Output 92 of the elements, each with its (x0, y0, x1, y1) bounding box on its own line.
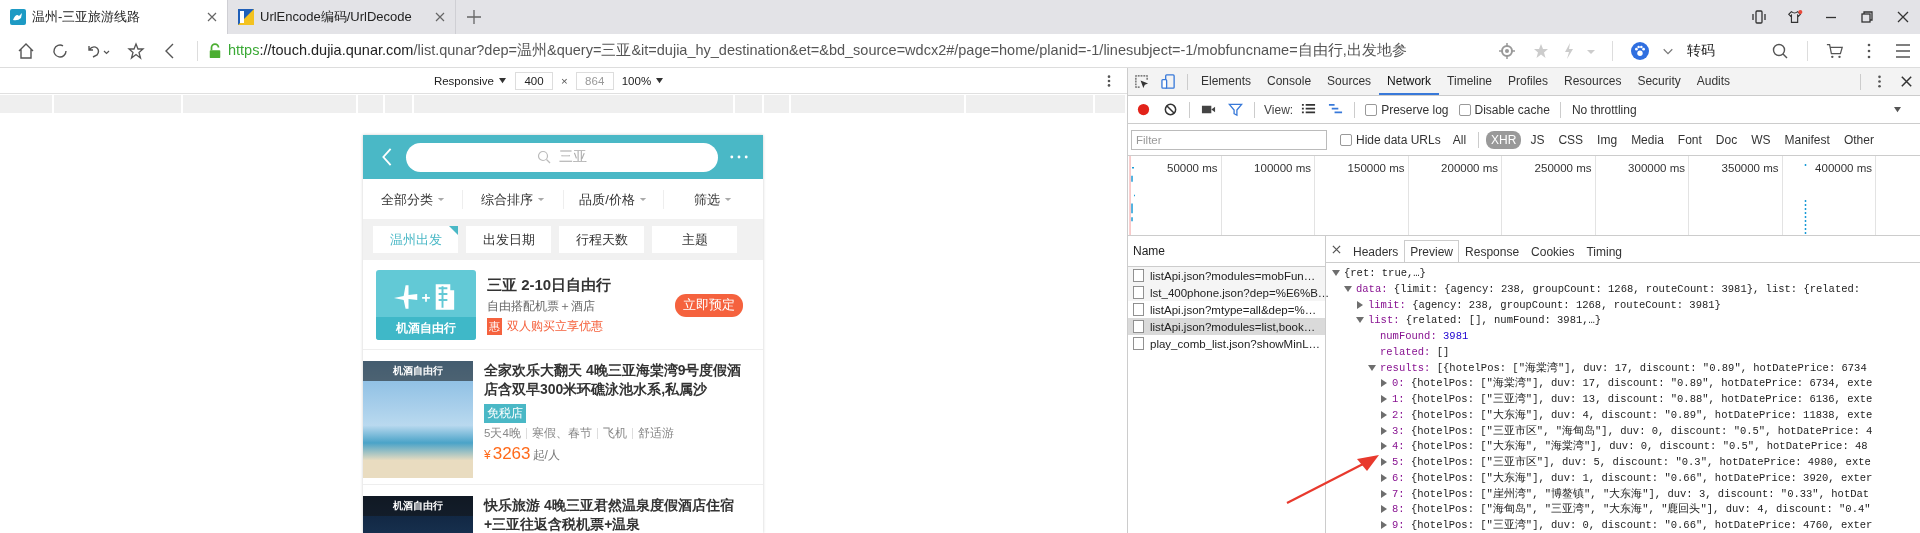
resource-type-filter[interactable]: Font (1672, 130, 1707, 149)
json-tree-line[interactable]: 7: {hotelPos: ["崖州湾", "博鳌镇", "大东海"], duv: 3, discount: "0.33", hotDat (1392, 486, 1870, 501)
tab-title: UrlEncode编码/UrlDecode (260, 8, 413, 26)
devtools-tab[interactable]: Audits (1688, 68, 1739, 95)
json-tree-line[interactable]: {ret: true,…} (1344, 267, 1426, 280)
product-attribute: 寒假、春节 (525, 428, 597, 439)
device-mode-dropdown[interactable]: Responsive (433, 74, 507, 87)
product-attribute: 5天4晚 (484, 428, 522, 439)
promo-subtitle: 自由搭配机票＋酒店 (487, 297, 596, 315)
filter-input[interactable]: Filter (1131, 129, 1327, 150)
column-header[interactable]: Name (1133, 244, 1165, 258)
photo-label: 机酒自由行 (363, 496, 473, 516)
offer-text: 双人购买立享优惠 (507, 317, 603, 335)
product-price: 3263 (492, 444, 531, 464)
quick-filter-tag[interactable]: 主题 (652, 226, 737, 253)
time-tick-label: 250000 ms (1534, 162, 1592, 174)
time-tick-label: 100000 ms (1254, 162, 1311, 174)
json-tree-line[interactable]: 8: {hotelPos: ["海甸岛", "三亚湾", "大东海", "鹿回头"], duv: 4, discount: "0.4" (1392, 502, 1871, 517)
filter-dropdown[interactable]: 筛选 (694, 190, 733, 209)
width-input[interactable]: 400 (515, 71, 553, 90)
resource-type-filter[interactable]: Img (1592, 130, 1623, 149)
json-tree-line[interactable]: 2: {hotelPos: ["大东海"], duv: 4, discount: "0.89", hotDatePrice: 11838, exte (1392, 407, 1873, 422)
json-tree-line[interactable]: numFound: 3981 (1380, 330, 1469, 343)
resource-type-filter[interactable]: Doc (1710, 130, 1743, 149)
resource-type-filter[interactable]: WS (1746, 130, 1776, 149)
filter-dropdown[interactable]: 品质/价格 (579, 190, 647, 209)
json-tree-line[interactable]: data: {limit: {agency: 238, groupCount: 1268, routeCount: 3981}, list: {related: (1356, 282, 1861, 295)
json-tree-line[interactable]: 4: {hotelPos: ["大东海", "海棠湾"], duv: 0, discount: "0.5", hotDatePrice: 48 (1392, 439, 1868, 454)
time-tick-label: 300000 ms (1628, 162, 1685, 174)
devtools-tab[interactable]: Resources (1556, 68, 1630, 95)
devtools-tab[interactable]: Security (1629, 68, 1689, 95)
throttling-dropdown[interactable]: No throttling (1571, 102, 1902, 117)
json-tree-line[interactable]: limit: {agency: 238, groupCount: 1268, routeCount: 3981} (1368, 298, 1721, 311)
url-field[interactable]: https://touch.dujia.qunar.com/list.qunar?dep=温州&query=三亚&it=dujia_hy_destination&et=&bd_source=wdcx2#/page=home/planid=-1/linesubject=-1/mobfuncname=自由行,出发地参 (228, 41, 1490, 60)
time-tick-label: 350000 ms (1721, 162, 1779, 174)
resource-type-filter[interactable]: Other (1838, 130, 1879, 149)
view-label: View: (1264, 102, 1294, 117)
resource-type-filter[interactable]: CSS (1553, 130, 1589, 149)
devtools-tab[interactable]: Profiles (1500, 68, 1557, 95)
json-tree-line[interactable]: related: [] (1380, 345, 1450, 358)
json-tree-line[interactable]: 3: {hotelPos: ["三亚市区", "海甸岛"], duv: 0, discount: "0.5", hotDatePrice: 4 (1392, 423, 1873, 438)
product-attribute: 飞机 (596, 428, 632, 439)
dimension-separator: × (561, 74, 568, 87)
request-row[interactable]: listApi.json?modules=list,book… (1128, 318, 1325, 335)
json-tree-line[interactable]: 9: {hotelPos: ["三亚湾"], duv: 0, discount: "0.66", hotDatePrice: 4760, exter (1392, 518, 1873, 533)
detail-tab[interactable]: Preview (1404, 240, 1460, 263)
promo-caption: 机酒自由行 (376, 317, 476, 340)
product-attribute: 舒适游 (631, 428, 679, 439)
disable-cache-checkbox[interactable]: Disable cache (1458, 102, 1550, 117)
time-tick-label: 150000 ms (1347, 162, 1405, 174)
time-tick-label: 50000 ms (1167, 162, 1218, 174)
time-tick-label: 400000 ms (1815, 162, 1872, 174)
product-tag: 免税店 (484, 404, 526, 423)
json-tree-line[interactable]: 6: {hotelPos: ["大东海"], duv: 1, discount: "0.66", hotDatePrice: 3920, exter (1392, 470, 1873, 485)
photo-label: 机酒自由行 (363, 361, 473, 381)
json-tree-line[interactable]: 1: {hotelPos: ["三亚湾"], duv: 13, discount: "0.88", hotDatePrice: 6136, exte (1392, 392, 1873, 407)
resource-type-filter[interactable]: Media (1626, 130, 1669, 149)
extension-label[interactable]: 转码 (1687, 41, 1715, 60)
detail-tab[interactable]: Response (1459, 240, 1526, 263)
detail-tab[interactable]: Headers (1347, 240, 1405, 263)
promo-title: 三亚 2-10日自由行 (487, 275, 613, 295)
hide-data-urls-checkbox[interactable]: Hide data URLs (1340, 132, 1441, 147)
detail-tab[interactable]: Timing (1580, 240, 1628, 263)
resource-type-filter[interactable]: Manifest (1779, 130, 1835, 149)
browser-tab[interactable]: UrlEncode编码/UrlDecode (228, 0, 456, 34)
detail-tab[interactable]: Cookies (1525, 240, 1581, 263)
filter-dropdown[interactable]: 全部分类 (380, 190, 445, 209)
quick-filter-tag[interactable]: 行程天数 (559, 226, 644, 253)
time-tick-label: 200000 ms (1441, 162, 1498, 174)
devtools-tab[interactable]: Timeline (1439, 68, 1500, 95)
browser-tab[interactable]: 温州-三亚旅游线路 (0, 0, 228, 34)
zoom-dropdown[interactable]: 100% (621, 74, 665, 87)
product-title[interactable]: 全家欢乐大翻天 4晚三亚海棠湾9号度假酒店含双早300米环礁泳池水系,私属沙 (484, 361, 753, 399)
discount-badge: 惠 (487, 317, 502, 335)
currency-symbol: ¥ (484, 448, 491, 462)
devtools-tab[interactable]: Sources (1319, 68, 1380, 95)
json-tree-line[interactable]: 0: {hotelPos: ["海棠湾"], duv: 17, discount: "0.89", hotDatePrice: 6734, exte (1392, 376, 1873, 391)
quick-filter-tag[interactable]: 出发日期 (466, 226, 551, 253)
devtools-tab[interactable]: Network (1379, 68, 1440, 95)
devtools-tab[interactable]: Elements (1193, 68, 1260, 95)
product-title[interactable]: 快乐旅游 4晚三亚君然温泉度假酒店住宿+三亚往返含税机票+温泉 (484, 496, 753, 533)
devtools-tab[interactable]: Console (1259, 68, 1320, 95)
request-row[interactable]: listApi.json?modules=mobFun… (1128, 267, 1325, 284)
json-tree-line[interactable]: 5: {hotelPos: ["三亚市区"], duv: 5, discount: "0.3", hotDatePrice: 4980, exte (1392, 455, 1871, 470)
resource-type-filter[interactable]: All (1447, 130, 1472, 149)
resource-type-filter[interactable]: JS (1525, 130, 1550, 149)
tab-title: 温州-三亚旅游线路 (32, 8, 142, 26)
price-unit: 起/人 (532, 447, 560, 464)
json-tree-line[interactable]: list: {related: [], numFound: 3981,…} (1368, 314, 1602, 327)
preserve-log-checkbox[interactable]: Preserve log (1365, 102, 1449, 117)
filter-dropdown[interactable]: 综合排序 (480, 190, 545, 209)
json-tree-line[interactable]: results: [{hotelPos: ["海棠湾"], duv: 17, discount: "0.89", hotDatePrice: 6734 (1380, 360, 1867, 375)
